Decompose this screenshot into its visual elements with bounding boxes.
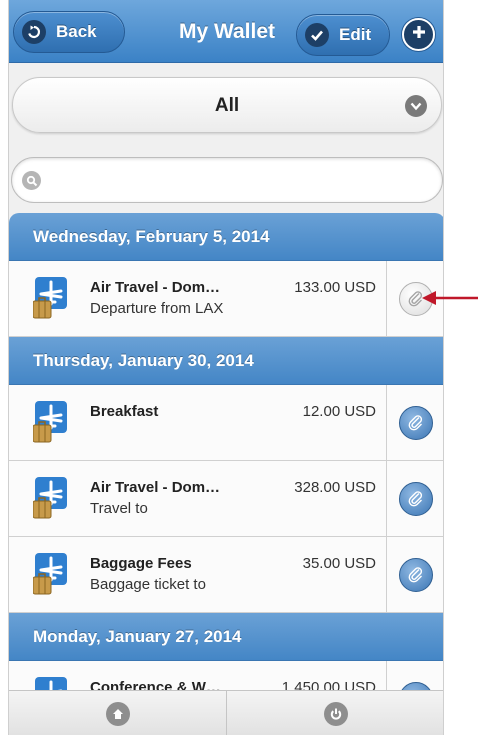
list-item[interactable]: Air Travel - Dom… Travel to 328.00 USD <box>9 461 443 537</box>
chevron-down-icon <box>405 95 427 117</box>
search-icon <box>22 171 41 190</box>
paperclip-icon[interactable] <box>399 681 433 690</box>
paperclip-icon[interactable] <box>399 557 433 592</box>
paperclip-icon[interactable] <box>399 405 433 440</box>
expense-amount: 35.00 USD <box>302 555 376 572</box>
expense-name: Baggage Fees <box>90 555 192 572</box>
expense-list[interactable]: Wednesday, February 5, 2014 Air Travel -… <box>9 213 443 690</box>
attachment-cell[interactable] <box>386 661 443 690</box>
header-bar: Back My Wallet Edit <box>9 0 443 63</box>
paperclip-icon[interactable] <box>399 481 433 516</box>
airplane-luggage-icon <box>32 277 67 321</box>
expense-row[interactable]: Conference & W… 1,450.00 USD <box>9 661 386 690</box>
date-header: Monday, January 27, 2014 <box>9 613 443 661</box>
airplane-luggage-icon <box>32 553 67 597</box>
expense-amount: 1,450.00 USD <box>281 679 376 690</box>
edit-button[interactable]: Edit <box>296 14 390 56</box>
add-button[interactable] <box>402 18 435 51</box>
list-item[interactable]: Breakfast 12.00 USD <box>9 385 443 461</box>
edit-button-label: Edit <box>339 25 372 44</box>
expense-name: Air Travel - Dom… <box>90 279 221 296</box>
search-input[interactable] <box>46 168 426 192</box>
checkmark-icon <box>305 23 329 47</box>
expense-row[interactable]: Air Travel - Dom… Departure from LAX 133… <box>9 261 386 336</box>
airplane-luggage-icon <box>32 401 67 445</box>
date-header: Wednesday, February 5, 2014 <box>9 213 443 261</box>
expense-description: Departure from LAX <box>90 300 224 317</box>
home-icon <box>105 701 130 726</box>
expense-description: Baggage ticket to <box>90 576 206 593</box>
phone-screen: Back My Wallet Edit All Wednesday, Febru… <box>8 0 444 735</box>
footer-tab-bar <box>9 690 443 735</box>
expense-row[interactable]: Breakfast 12.00 USD <box>9 385 386 460</box>
search-box[interactable] <box>11 157 443 203</box>
expense-description: Travel to <box>90 500 148 517</box>
filter-select-value: All <box>214 95 240 116</box>
plus-icon <box>411 24 427 45</box>
attachment-cell[interactable] <box>386 537 443 612</box>
attachment-cell[interactable] <box>386 461 443 536</box>
airplane-luggage-icon <box>33 677 67 690</box>
filter-select[interactable]: All <box>12 77 442 133</box>
list-item[interactable]: Conference & W… 1,450.00 USD <box>9 661 443 690</box>
expense-name: Air Travel - Dom… <box>90 479 221 496</box>
expense-row[interactable]: Baggage Fees Baggage ticket to 35.00 USD <box>9 537 386 612</box>
power-tab[interactable] <box>227 691 443 735</box>
expense-name: Conference & W… <box>90 679 221 690</box>
expense-name: Breakfast <box>90 403 159 420</box>
list-item[interactable]: Air Travel - Dom… Departure from LAX 133… <box>9 261 443 337</box>
list-item[interactable]: Baggage Fees Baggage ticket to 35.00 USD <box>9 537 443 613</box>
expense-amount: 328.00 USD <box>294 479 376 496</box>
annotation-arrow-icon <box>422 291 478 305</box>
attachment-cell[interactable] <box>386 385 443 460</box>
airplane-luggage-icon <box>32 477 67 521</box>
expense-amount: 133.00 USD <box>294 279 376 296</box>
power-icon <box>324 701 348 726</box>
expense-row[interactable]: Air Travel - Dom… Travel to 328.00 USD <box>9 461 386 536</box>
home-tab[interactable] <box>9 691 227 735</box>
date-header: Thursday, January 30, 2014 <box>9 337 443 385</box>
expense-amount: 12.00 USD <box>302 403 376 420</box>
